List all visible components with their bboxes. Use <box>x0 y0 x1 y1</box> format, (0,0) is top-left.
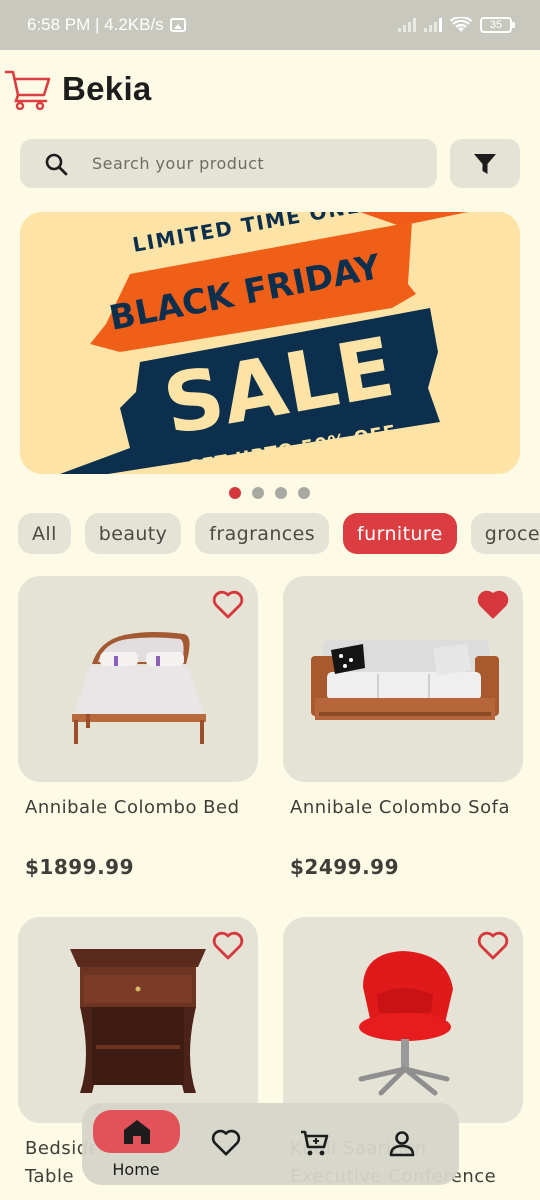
product-card-bedside-table[interactable] <box>18 917 258 1123</box>
app-title: Bekia <box>62 70 152 107</box>
product-card-chair[interactable] <box>283 917 523 1123</box>
product-name[interactable]: Annibale Colombo Bed <box>25 794 265 822</box>
product-card-sofa[interactable] <box>283 576 523 782</box>
app-header: Bekia <box>4 68 152 110</box>
nav-home-label[interactable]: Home <box>82 1160 190 1179</box>
cart-icon[interactable] <box>299 1129 329 1157</box>
signal-icon <box>398 18 416 32</box>
favorite-heart-icon[interactable] <box>212 590 244 620</box>
product-card-bed[interactable] <box>18 576 258 782</box>
banner-artwork: LIMITED TIME ONLY BLACK FRIDAY SALE GET … <box>20 212 520 474</box>
status-time: 6:58 PM | 4.2KB/s <box>27 15 164 34</box>
promo-banner[interactable]: LIMITED TIME ONLY BLACK FRIDAY SALE GET … <box>20 212 520 474</box>
category-chips: All beauty fragrances furniture groce <box>18 513 540 554</box>
profile-icon[interactable] <box>388 1129 416 1157</box>
carousel-dot[interactable] <box>298 487 310 499</box>
product-price: $1899.99 <box>25 855 135 879</box>
search-input[interactable]: Search your product <box>20 139 437 188</box>
carousel-dot[interactable] <box>275 487 287 499</box>
category-chip-beauty[interactable]: beauty <box>84 513 182 554</box>
cart-logo-icon <box>4 70 51 110</box>
favorite-heart-icon[interactable] <box>212 931 244 961</box>
nav-home-button[interactable] <box>93 1110 180 1153</box>
category-chip-all[interactable]: All <box>18 513 71 554</box>
search-placeholder: Search your product <box>92 154 265 173</box>
bottom-navigation: Home <box>82 1103 459 1185</box>
home-icon <box>123 1119 150 1144</box>
signal-icon-2 <box>424 18 442 32</box>
heart-icon[interactable] <box>211 1129 241 1157</box>
category-chip-fragrances[interactable]: fragrances <box>195 513 330 554</box>
battery-icon: 35 <box>480 17 515 33</box>
wifi-icon <box>450 17 472 32</box>
filter-button[interactable] <box>450 139 520 188</box>
carousel-dot[interactable] <box>229 487 241 499</box>
carousel-dot[interactable] <box>252 487 264 499</box>
category-chip-groceries[interactable]: groce <box>470 513 540 554</box>
image-notification-icon <box>169 18 186 32</box>
filter-icon <box>474 153 496 174</box>
search-icon <box>45 153 68 175</box>
favorite-heart-icon[interactable] <box>477 931 509 961</box>
product-price: $2499.99 <box>290 855 400 879</box>
category-chip-furniture[interactable]: furniture <box>343 513 457 554</box>
status-bar: 6:58 PM | 4.2KB/s 35 <box>0 0 540 50</box>
favorite-heart-icon[interactable] <box>477 590 509 620</box>
product-name[interactable]: Annibale Colombo Sofa <box>290 794 510 822</box>
carousel-dots[interactable] <box>229 487 310 499</box>
